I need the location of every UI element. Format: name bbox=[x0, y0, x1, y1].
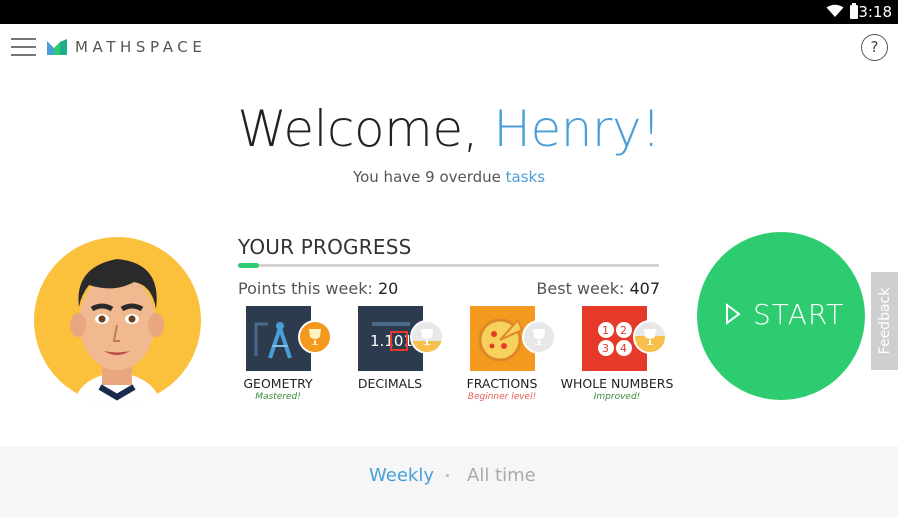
welcome-heading: Welcome, Henry! bbox=[0, 100, 898, 158]
help-button[interactable]: ? bbox=[861, 34, 888, 61]
start-label: START bbox=[753, 298, 845, 331]
topic-status: Mastered! bbox=[255, 392, 301, 402]
partial-trophy-icon bbox=[633, 320, 667, 354]
avatar-image bbox=[34, 237, 201, 404]
svg-text:2: 2 bbox=[620, 324, 627, 337]
topic-name: DECIMALS bbox=[357, 376, 423, 391]
gold-trophy-icon bbox=[298, 320, 332, 354]
best-week: Best week: 407 bbox=[536, 279, 660, 298]
best-week-label: Best week: bbox=[536, 279, 630, 298]
status-bar: 3:18 bbox=[0, 0, 898, 24]
overdue-message: You have 9 overdue tasks bbox=[0, 168, 898, 186]
svg-text:3: 3 bbox=[602, 342, 609, 355]
menu-icon[interactable] bbox=[11, 38, 36, 56]
topic-name: GEOMETRY bbox=[243, 376, 313, 391]
topic-status: Improved! bbox=[593, 392, 641, 402]
leaderboard-footer: Weekly All time bbox=[0, 446, 898, 517]
welcome-user-name: Henry! bbox=[493, 100, 661, 158]
mathspace-logo bbox=[47, 39, 67, 55]
tab-all-time[interactable]: All time bbox=[467, 465, 536, 486]
tab-separator bbox=[446, 474, 449, 477]
progress-bar bbox=[238, 263, 659, 268]
wifi-icon bbox=[826, 4, 844, 17]
topic-name: FRACTIONS bbox=[466, 376, 538, 391]
brand-name: MATHSPACE bbox=[75, 38, 207, 56]
tab-weekly[interactable]: Weekly bbox=[369, 465, 434, 486]
play-icon bbox=[726, 303, 741, 325]
svg-text:4: 4 bbox=[620, 342, 627, 355]
welcome-greeting: Welcome, bbox=[237, 100, 494, 158]
silver-trophy-icon bbox=[522, 320, 556, 354]
avatar[interactable] bbox=[34, 237, 201, 404]
points-value: 20 bbox=[377, 279, 399, 298]
app-header: MATHSPACE ? bbox=[0, 24, 898, 70]
progress-bar-fill bbox=[238, 263, 260, 268]
points-label: Points this week: bbox=[238, 279, 378, 298]
feedback-label: Feedback bbox=[877, 287, 893, 355]
status-time: 3:18 bbox=[858, 3, 892, 21]
topic-status: Beginner level! bbox=[467, 392, 537, 402]
svg-text:1: 1 bbox=[602, 324, 609, 337]
tasks-link[interactable]: tasks bbox=[506, 168, 545, 186]
partial-trophy-icon bbox=[410, 320, 444, 354]
overdue-text: You have 9 overdue bbox=[352, 168, 506, 186]
battery-icon bbox=[850, 3, 858, 19]
feedback-tab[interactable]: Feedback bbox=[871, 272, 898, 370]
topic-name: WHOLE NUMBERS bbox=[560, 376, 674, 391]
points-this-week: Points this week: 20 bbox=[238, 279, 398, 298]
start-button[interactable]: START bbox=[697, 232, 865, 400]
progress-title: YOUR PROGRESS bbox=[238, 235, 412, 259]
best-week-value: 407 bbox=[629, 279, 660, 298]
